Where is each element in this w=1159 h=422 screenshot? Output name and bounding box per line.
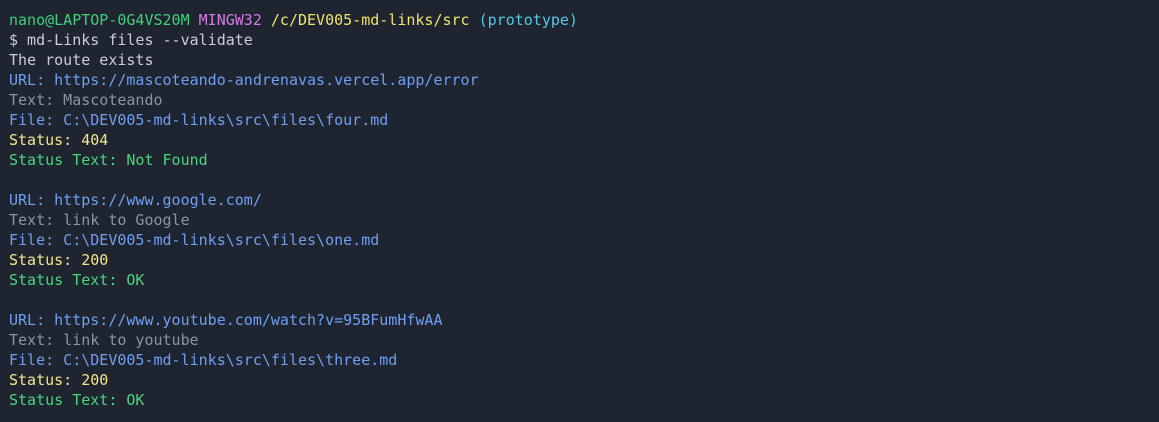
prompt-system: MINGW32 bbox=[198, 11, 262, 29]
prompt-path: /c/DEV005-md-links/src bbox=[270, 11, 470, 29]
link-status: Status: 200 bbox=[9, 251, 109, 269]
link-url: URL: https://www.youtube.com/watch?v=95B… bbox=[9, 311, 443, 329]
prompt-branch: (prototype) bbox=[478, 11, 578, 29]
link-text: Text: link to youtube bbox=[9, 331, 199, 349]
link-status: Status: 404 bbox=[9, 131, 109, 149]
route-message: The route exists bbox=[9, 51, 154, 69]
link-url: URL: https://www.google.com/ bbox=[9, 191, 262, 209]
link-text: Text: Mascoteando bbox=[9, 91, 163, 109]
link-status-text: Status Text: Not Found bbox=[9, 151, 208, 169]
link-status: Status: 200 bbox=[9, 371, 109, 389]
prompt-user-host: nano@LAPTOP-0G4VS20M bbox=[9, 11, 190, 29]
link-url: URL: https://mascoteando-andrenavas.verc… bbox=[9, 71, 479, 89]
link-file: File: C:\DEV005-md-links\src\files\three… bbox=[9, 351, 398, 369]
terminal-window[interactable]: nano@LAPTOP-0G4VS20M MINGW32 /c/DEV005-m… bbox=[9, 10, 1150, 410]
command-line: $ md-Links files --validate bbox=[9, 31, 253, 49]
prompt-line: nano@LAPTOP-0G4VS20M MINGW32 /c/DEV005-m… bbox=[9, 10, 1150, 30]
link-file: File: C:\DEV005-md-links\src\files\one.m… bbox=[9, 231, 380, 249]
link-status-text: Status Text: OK bbox=[9, 271, 145, 289]
link-text: Text: link to Google bbox=[9, 211, 190, 229]
link-status-text: Status Text: OK bbox=[9, 391, 145, 409]
link-file: File: C:\DEV005-md-links\src\files\four.… bbox=[9, 111, 389, 129]
